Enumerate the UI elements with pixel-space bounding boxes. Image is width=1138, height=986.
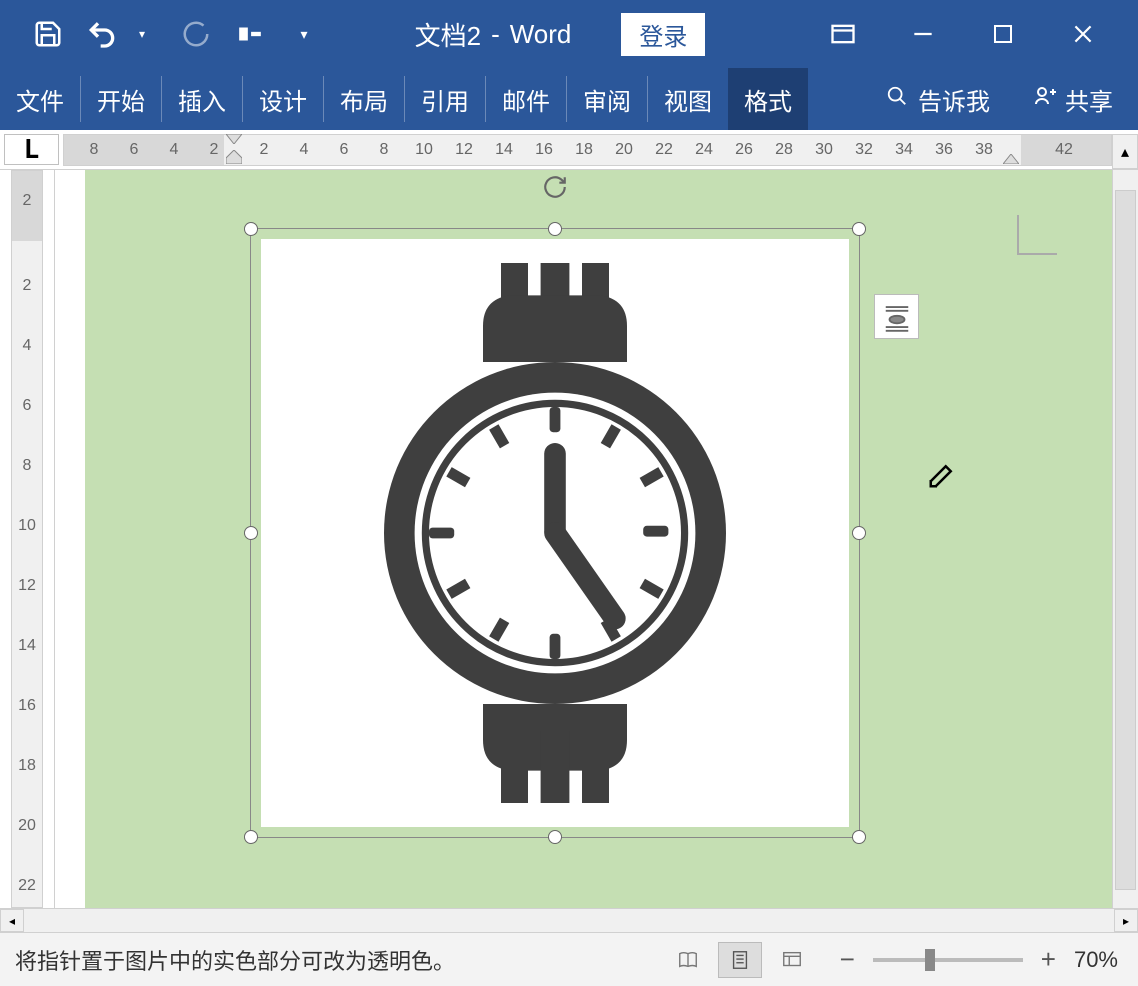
- status-bar: 将指针置于图片中的实色部分可改为透明色。 − + 70%: [0, 932, 1138, 986]
- close-icon[interactable]: [1068, 19, 1098, 49]
- zoom-percentage[interactable]: 70%: [1074, 947, 1118, 973]
- share-icon: [1033, 84, 1057, 115]
- first-line-indent-icon[interactable]: [226, 131, 242, 149]
- tell-me[interactable]: 告诉我: [868, 68, 1008, 130]
- status-message: 将指针置于图片中的实色部分可改为透明色。: [15, 944, 455, 976]
- scrollbar-thumb[interactable]: [1115, 190, 1136, 890]
- doc-name: 文档2: [415, 16, 481, 53]
- scroll-up-icon[interactable]: ▴: [1112, 134, 1138, 169]
- layout-options-button[interactable]: [874, 294, 919, 339]
- search-icon: [886, 85, 908, 114]
- app-name: Word: [510, 19, 572, 50]
- resize-handle-tl[interactable]: [244, 222, 258, 236]
- tab-layout[interactable]: 布局: [324, 68, 404, 130]
- quick-access-toolbar: ▾ ▾: [0, 16, 322, 52]
- tab-review[interactable]: 审阅: [567, 68, 647, 130]
- undo-icon[interactable]: [84, 16, 120, 52]
- web-layout-icon[interactable]: [770, 942, 814, 978]
- resize-handle-bl[interactable]: [244, 830, 258, 844]
- print-layout-icon[interactable]: [718, 942, 762, 978]
- hanging-indent-icon[interactable]: [226, 150, 242, 169]
- horizontal-scrollbar[interactable]: ◂ ▸: [0, 908, 1138, 932]
- document-area[interactable]: [85, 170, 1112, 908]
- resize-handle-mr[interactable]: [852, 526, 866, 540]
- resize-handle-bc[interactable]: [548, 830, 562, 844]
- window-controls: [798, 19, 1138, 49]
- ruler-row: L 8 6 4 2 2 4 6 8 10 12 14 16 18 20 22 2…: [0, 130, 1138, 170]
- tab-view[interactable]: 视图: [648, 68, 728, 130]
- zoom-controls: − + 70%: [834, 944, 1118, 975]
- right-indent-icon[interactable]: [1003, 151, 1019, 169]
- tab-format[interactable]: 格式: [728, 68, 808, 130]
- title-sep: -: [491, 19, 500, 50]
- hscroll-track[interactable]: [24, 909, 1114, 932]
- tab-home[interactable]: 开始: [81, 68, 161, 130]
- tool-icon[interactable]: [232, 16, 268, 52]
- tab-references[interactable]: 引用: [405, 68, 485, 130]
- qat-customize-icon[interactable]: ▾: [286, 16, 322, 52]
- workspace: 2 2 4 6 8 10 12 14 16 18 20 22: [0, 170, 1138, 908]
- tab-stop-selector[interactable]: L: [4, 134, 59, 165]
- share-label: 共享: [1065, 82, 1113, 117]
- image-selection-box[interactable]: [250, 228, 860, 838]
- scroll-right-icon[interactable]: ▸: [1114, 909, 1138, 932]
- scroll-left-icon[interactable]: ◂: [0, 909, 24, 932]
- redo-icon[interactable]: [178, 16, 214, 52]
- ribbon-display-icon[interactable]: [828, 19, 858, 49]
- tell-me-label: 告诉我: [918, 82, 990, 117]
- vertical-scrollbar[interactable]: [1112, 170, 1138, 908]
- resize-handle-tc[interactable]: [548, 222, 562, 236]
- vertical-ruler[interactable]: 2 2 4 6 8 10 12 14 16 18 20 22: [11, 170, 43, 908]
- save-icon[interactable]: [30, 16, 66, 52]
- tab-design[interactable]: 设计: [243, 68, 323, 130]
- tab-mailings[interactable]: 邮件: [486, 68, 566, 130]
- zoom-slider[interactable]: [873, 958, 1023, 962]
- rotate-handle-icon[interactable]: [542, 174, 568, 205]
- minimize-icon[interactable]: [908, 19, 938, 49]
- zoom-out-button[interactable]: −: [834, 944, 861, 975]
- title-bar: ▾ ▾ 文档2 - Word 登录: [0, 0, 1138, 68]
- share-button[interactable]: 共享: [1008, 68, 1138, 130]
- horizontal-ruler[interactable]: 8 6 4 2 2 4 6 8 10 12 14 16 18 20 22 24 …: [63, 134, 1112, 166]
- pencil-cursor-icon: [927, 460, 957, 495]
- ribbon-tabs: 文件 开始 插入 设计 布局 引用 邮件 审阅 视图 格式 告诉我 共享: [0, 68, 1138, 130]
- page-corner-mark: [1017, 215, 1057, 255]
- maximize-icon[interactable]: [988, 19, 1018, 49]
- resize-handle-br[interactable]: [852, 830, 866, 844]
- login-button[interactable]: 登录: [621, 13, 705, 56]
- zoom-slider-thumb[interactable]: [925, 949, 935, 971]
- tab-insert[interactable]: 插入: [162, 68, 242, 130]
- tab-file[interactable]: 文件: [0, 68, 80, 130]
- inserted-image[interactable]: [261, 239, 849, 827]
- window-title: 文档2 - Word 登录: [322, 13, 798, 56]
- watch-icon: [375, 263, 735, 803]
- vertical-ruler-container: 2 2 4 6 8 10 12 14 16 18 20 22: [0, 170, 55, 908]
- read-mode-icon[interactable]: [666, 942, 710, 978]
- resize-handle-ml[interactable]: [244, 526, 258, 540]
- resize-handle-tr[interactable]: [852, 222, 866, 236]
- view-buttons: [666, 942, 814, 978]
- undo-dropdown-icon[interactable]: ▾: [124, 16, 160, 52]
- zoom-in-button[interactable]: +: [1035, 944, 1062, 975]
